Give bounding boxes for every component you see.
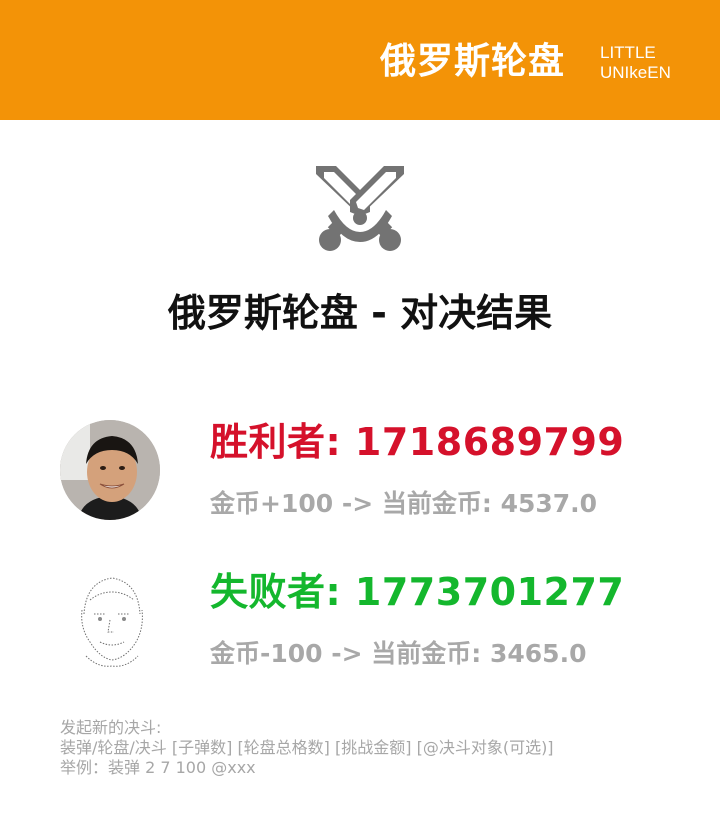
help-text: 发起新的决斗: 装弹/轮盘/决斗 [子弹数] [轮盘总格数] [挑战金额] [@… bbox=[60, 718, 554, 778]
winner-title: 胜利者: 1718689799 bbox=[210, 420, 625, 464]
crossed-swords-icon bbox=[316, 166, 404, 252]
loser-coins: 金币-100 -> 当前金币: 3465.0 bbox=[210, 639, 587, 668]
brand-line-2: UNIkeEN bbox=[600, 63, 671, 82]
help-line-3: 举例：装弹 2 7 100 @xxx bbox=[60, 758, 256, 777]
winner-coins: 金币+100 -> 当前金币: 4537.0 bbox=[210, 489, 598, 518]
result-page-title: 俄罗斯轮盘 - 对决结果 bbox=[167, 291, 553, 335]
header-title: 俄罗斯轮盘 bbox=[380, 41, 566, 82]
help-line-1: 发起新的决斗: bbox=[60, 718, 162, 737]
help-line-2: 装弹/轮盘/决斗 [子弹数] [轮盘总格数] [挑战金额] [@决斗对象(可选)… bbox=[60, 738, 554, 757]
winner-avatar bbox=[60, 420, 160, 520]
loser-title: 失败者: 1773701277 bbox=[210, 570, 625, 614]
brand-line-1: LITTLE bbox=[600, 43, 656, 62]
loser-avatar bbox=[60, 570, 160, 670]
brand-logo: LITTLE UNIkeEN bbox=[600, 43, 671, 83]
header-bar: 俄罗斯轮盘 LITTLE UNIkeEN bbox=[0, 0, 720, 120]
